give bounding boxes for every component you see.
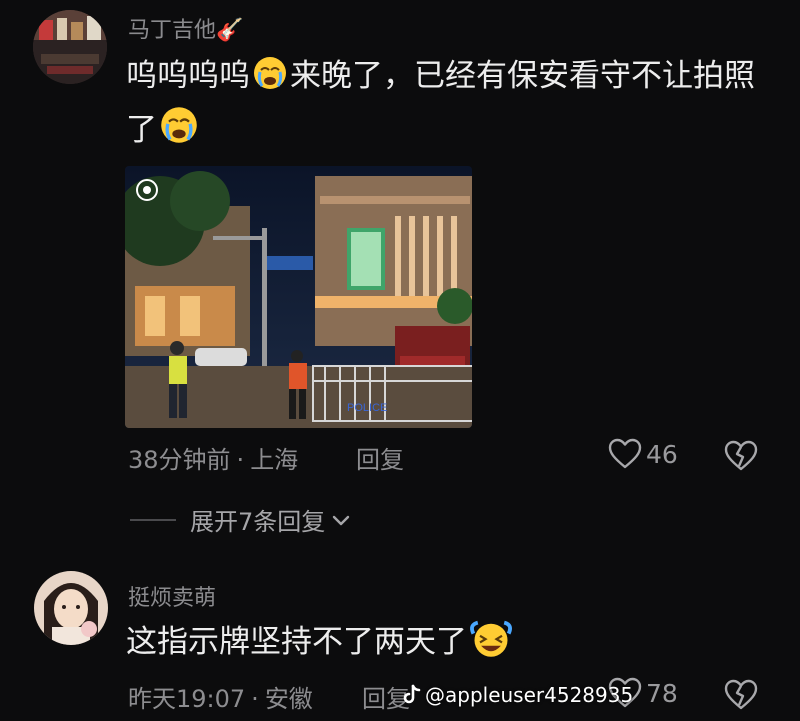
like-button[interactable]: 46 — [608, 438, 678, 470]
comment-time: 昨天19:07 — [128, 685, 246, 713]
watermark: @appleuser4528935 — [402, 683, 633, 707]
comment-text-line2-text: 了 — [126, 112, 157, 148]
expand-replies-button[interactable]: 展开7条回复 — [130, 502, 351, 537]
barrier-police-text: POLICE — [347, 402, 387, 414]
chevron-down-icon — [333, 515, 350, 525]
comment-text-line2: 了 — [126, 104, 201, 156]
like-count: 46 — [646, 439, 678, 469]
comment-text: 呜呜呜呜 来晚了，已经有保安看守不让拍照 — [126, 50, 755, 102]
tiktok-icon — [403, 684, 421, 704]
comment-text-part1: 呜呜呜呜 — [126, 58, 250, 94]
broken-heart-icon — [724, 679, 758, 710]
comment-time: 38分钟前 — [128, 446, 231, 474]
comment-text-main: 这指示牌坚持不了两天了 — [126, 624, 467, 660]
avatar[interactable] — [33, 10, 107, 84]
comment-2: 挺烦卖萌 这指示牌坚持不了两天了 昨天19:07 · 安徽 回复 78 — [0, 540, 800, 721]
comment-text: 这指示牌坚持不了两天了 — [126, 616, 515, 668]
reply-button[interactable]: 回复 — [356, 440, 404, 475]
expand-divider — [130, 518, 176, 521]
username[interactable]: 马丁吉他🎸 — [128, 12, 243, 44]
comment-text-part2: 来晚了，已经有保安看守不让拍照 — [290, 58, 755, 94]
crying-emoji-icon — [254, 57, 286, 89]
laughing-crying-emoji-icon — [470, 620, 512, 657]
comment-meta: 38分钟前 · 上海 — [128, 446, 299, 474]
expand-replies-label: 展开7条回复 — [190, 508, 326, 536]
heart-icon — [608, 438, 642, 469]
avatar[interactable] — [34, 571, 108, 645]
dislike-button[interactable] — [724, 679, 758, 715]
comment-location: 安徽 — [264, 685, 313, 713]
broken-heart-icon — [724, 440, 758, 471]
comment-location: 上海 — [250, 446, 299, 474]
dislike-button[interactable] — [724, 440, 758, 476]
like-count: 78 — [646, 678, 678, 708]
comment-meta: 昨天19:07 · 安徽 — [128, 685, 313, 713]
watermark-handle: @appleuser4528935 — [425, 683, 634, 707]
comment-photo[interactable]: POLICE — [125, 166, 472, 428]
comment-1: 马丁吉他🎸 呜呜呜呜 来晚了，已经有保安看守不让拍照 了 POLICE 38分钟… — [0, 0, 800, 540]
crying-emoji-icon — [161, 107, 197, 143]
username[interactable]: 挺烦卖萌 — [128, 580, 216, 612]
